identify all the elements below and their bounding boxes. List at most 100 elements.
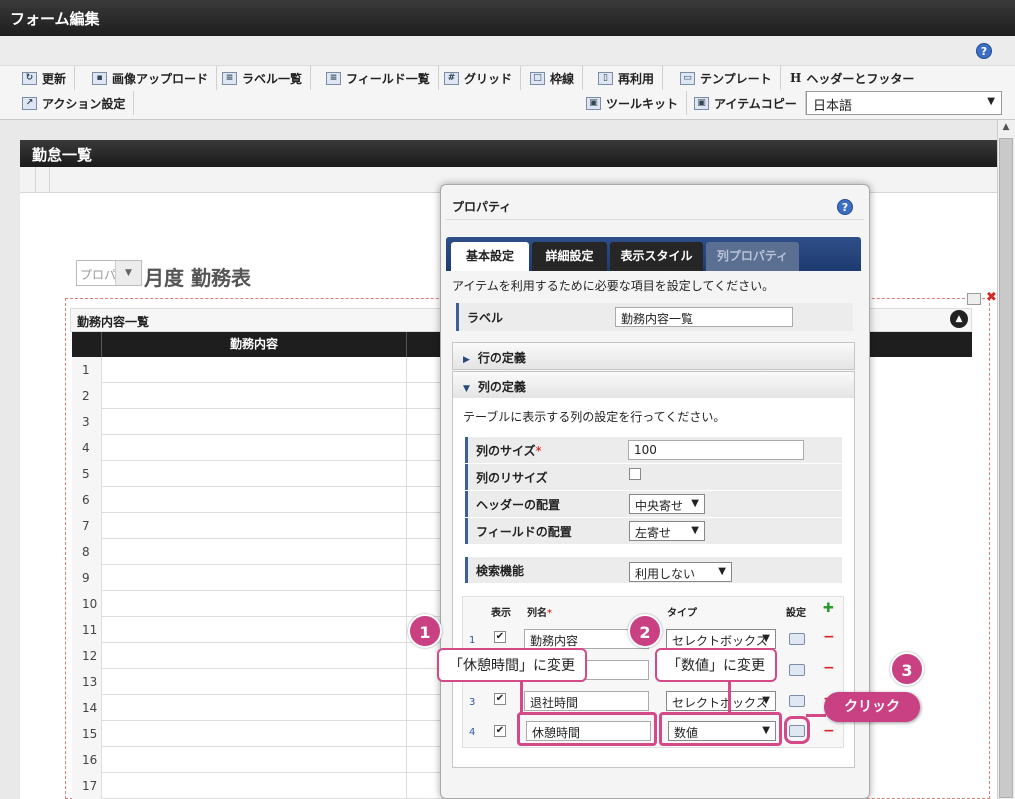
label-list-button[interactable]: ≡ ラベル一覧 [214,66,312,90]
close-icon[interactable]: ✖ [986,290,997,305]
frame-line-button[interactable]: □ 枠線 [522,66,584,90]
callout-click: クリック [824,692,920,722]
row-number: 14 [72,695,102,721]
table-cell [102,565,407,591]
scroll-up-icon[interactable]: ▲ [999,122,1013,136]
column-setting-icon[interactable] [789,664,805,676]
callout-change-name: 「休憩時間」に変更 [437,648,587,682]
month-select[interactable]: プロパ ▼ [76,260,142,286]
search-function-select[interactable]: 利用しない ▼ [629,562,732,582]
column-size-input[interactable]: 100 [628,440,804,460]
reuse-button[interactable]: ▯ 再利用 [590,66,664,90]
grid-icon: # [444,71,459,85]
row-number: 9 [72,565,102,591]
table-cell [102,461,407,487]
chevron-right-icon: ▶ [463,355,470,365]
row-number: 11 [72,617,102,643]
table-cell [102,695,407,721]
column-type-select[interactable]: セレクトボックス ▼ [666,629,776,649]
column-setting-icon[interactable] [789,633,805,645]
remove-column-icon[interactable]: − [823,629,835,645]
field-list-button[interactable]: ≡ フィールド一覧 [318,66,439,90]
column-size-label: 列のサイズ* [465,437,625,463]
header-align-select[interactable]: 中央寄せ ▼ [629,494,705,514]
dialog-title: プロパティ [446,190,864,220]
column-resize-checkbox[interactable] [629,468,641,480]
column-header-work: 勤務内容 [102,332,407,357]
row-number: 1 [72,357,102,383]
row-definition-accordion[interactable]: ▶ 行の定義 [452,342,855,370]
column-resize-label: 列のリサイズ [465,464,625,490]
template-icon: ▭ [680,71,695,85]
header-footer-button[interactable]: H ヘッダーとフッター [782,66,922,90]
refresh-icon: ↻ [22,71,37,85]
table-cell [102,435,407,461]
image-upload-button[interactable]: ▪ 画像アップロード [84,66,218,90]
row-number: 5 [72,461,102,487]
grid-button[interactable]: # グリッド [436,66,522,90]
column-header-show: 表示 [491,608,511,619]
show-checkbox[interactable]: ✔ [494,631,506,643]
remove-column-icon[interactable]: − [823,660,835,676]
toolbox-icon: ▣ [586,96,601,110]
column-row-number: 3 [469,697,476,708]
column-row-number: 4 [469,727,476,738]
form-header: 勤怠一覧 [20,140,997,167]
chevron-down-icon: ▼ [115,261,141,285]
language-select[interactable]: 日本語 ▼ [806,91,1002,115]
label-field-label: ラベル [456,303,608,331]
help-icon[interactable]: ? [837,199,853,215]
column-type-select[interactable]: セレクトボックス ▼ [666,691,776,711]
row-number: 3 [72,409,102,435]
column-definition-description: テーブルに表示する列の設定を行ってください。 [463,410,726,424]
document-icon: ▯ [598,71,613,85]
table-cell [102,383,407,409]
add-column-icon[interactable]: ✚ [823,601,834,616]
row-number: 16 [72,747,102,773]
action-settings-button[interactable]: ↗ アクション設定 [14,91,135,115]
column-header-type: タイプ [667,608,697,619]
month-label: 月度 勤務表 [144,266,251,290]
field-align-select[interactable]: 左寄せ ▼ [629,521,705,541]
template-button[interactable]: ▭ テンプレート [672,66,781,90]
scrollbar-thumb[interactable] [999,138,1013,798]
table-cell [102,669,407,695]
chevron-down-icon: ▼ [718,566,726,577]
chevron-down-icon: ▼ [762,633,770,644]
highlight-setting-button [784,716,810,744]
step-badge-3: 3 [890,652,924,686]
item-copy-button[interactable]: ▣ アイテムコピー [686,91,806,115]
step-badge-2: 2 [628,614,662,648]
tab-basic[interactable]: 基本設定 [451,242,529,271]
tab-description: アイテムを利用するために必要な項目を設定してください。 [452,279,775,293]
chevron-down-icon: ▼ [463,384,470,394]
grid-icon[interactable] [967,293,981,305]
table-cell [102,617,407,643]
column-setting-icon[interactable] [789,695,805,707]
callout-change-type: 「数値」に変更 [655,648,777,682]
remove-column-icon[interactable]: − [823,723,835,739]
table-cell [102,591,407,617]
highlight-column-name [517,712,657,746]
toolkit-button[interactable]: ▣ ツールキット [578,91,688,115]
show-checkbox[interactable]: ✔ [494,725,506,737]
header-align-label: ヘッダーの配置 [465,491,625,517]
chevron-down-icon: ▼ [762,695,770,706]
row-number: 6 [72,487,102,513]
tab-display-style[interactable]: 表示スタイル [610,242,703,271]
list-icon: ≡ [222,71,237,85]
chevron-down-icon: ▼ [691,498,699,509]
column-definition-accordion[interactable]: ▼ 列の定義 [452,371,855,399]
column-name-input[interactable]: 退社時間 [524,691,649,711]
header-icon: H [790,71,802,85]
show-checkbox[interactable]: ✔ [494,693,506,705]
field-align-label: フィールドの配置 [465,518,625,544]
action-icon: ↗ [22,96,37,110]
update-button[interactable]: ↻ 更新 [14,66,76,90]
label-input[interactable]: 勤務内容一覧 [615,307,793,327]
collapse-icon[interactable]: ▲ [950,310,968,328]
row-number: 15 [72,721,102,747]
table-cell [102,539,407,565]
help-icon[interactable]: ? [976,43,992,59]
tab-detail[interactable]: 詳細設定 [532,242,607,271]
